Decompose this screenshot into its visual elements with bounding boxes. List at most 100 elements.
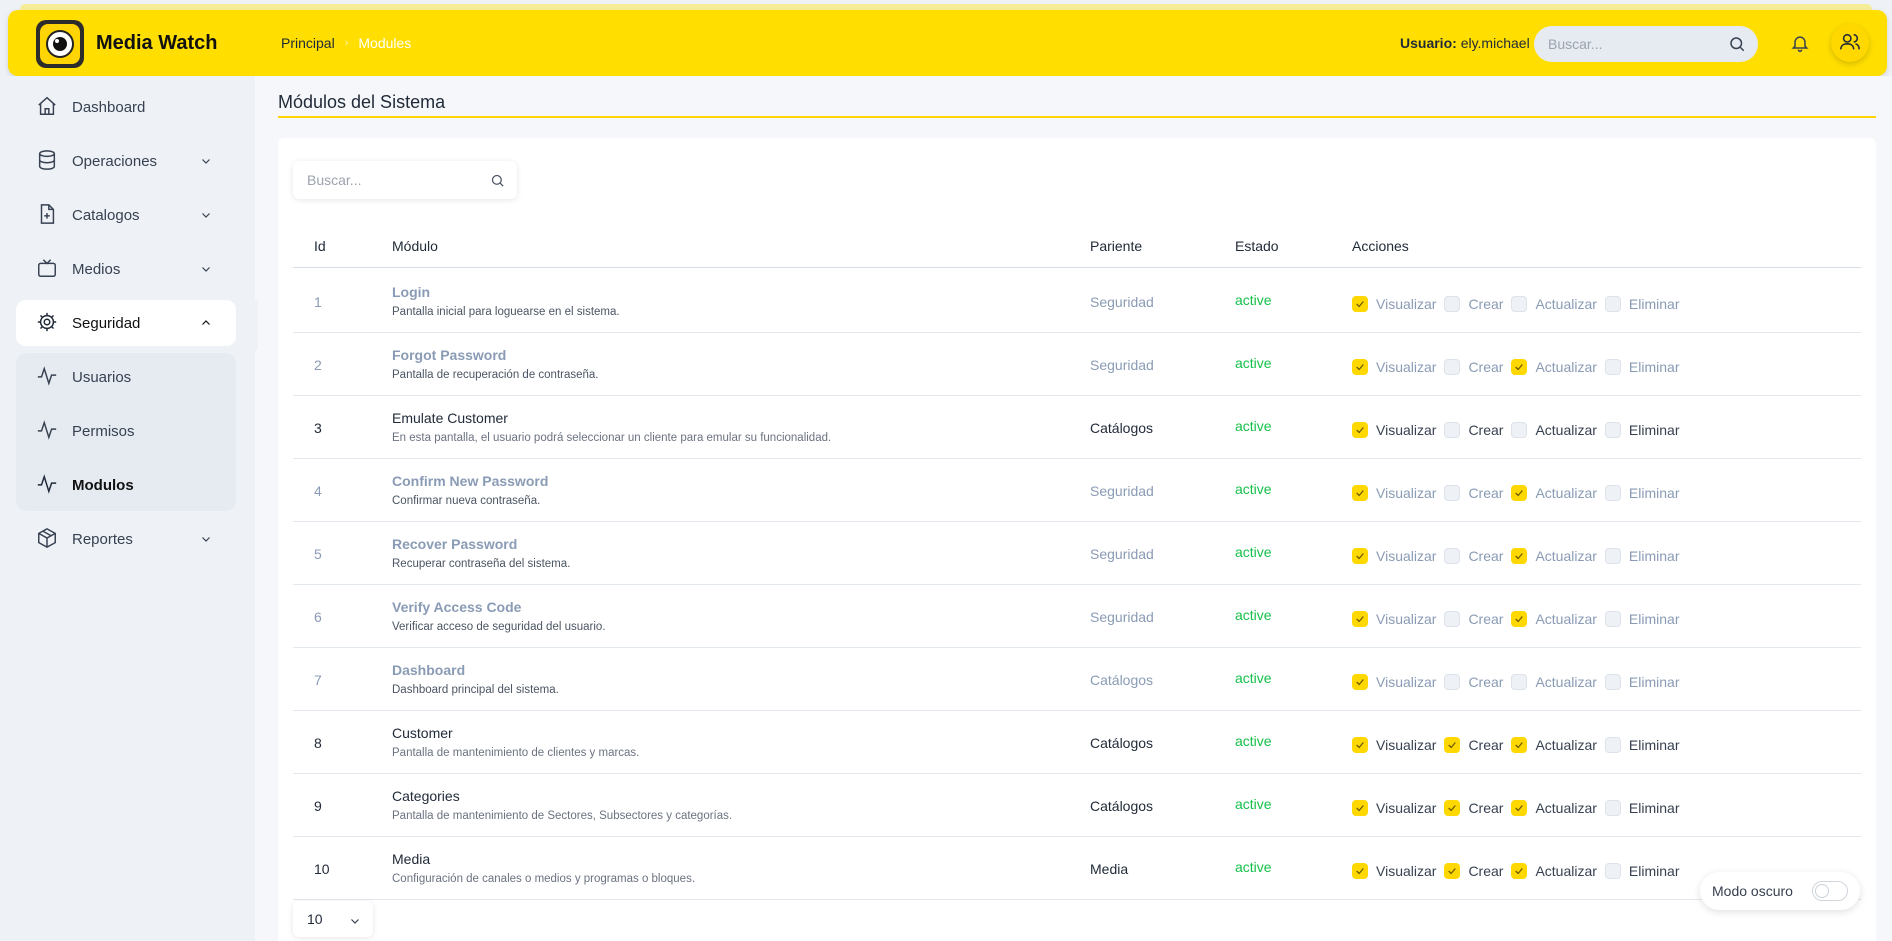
dark-mode-toggle[interactable]: Modo oscuro [1700,872,1860,910]
perm-crear[interactable]: Crear [1444,674,1503,690]
sidebar-item-medios[interactable]: Medios [16,246,236,292]
perm-crear[interactable]: Crear [1444,548,1503,564]
perm-eliminar[interactable]: Eliminar [1604,296,1680,312]
perm-actualizar[interactable]: Actualizar [1511,800,1597,816]
breadcrumb-principal[interactable]: Principal [281,35,335,51]
users-button[interactable] [1831,24,1869,62]
header-search-input[interactable] [1548,36,1718,52]
perm-visualizar[interactable]: Visualizar [1352,422,1436,438]
checkbox-checked[interactable] [1511,737,1528,753]
checkbox-unchecked[interactable] [1604,548,1621,564]
checkbox-unchecked[interactable] [1444,674,1461,690]
checkbox-checked[interactable] [1352,737,1368,753]
checkbox-checked[interactable] [1511,548,1528,564]
perm-visualizar[interactable]: Visualizar [1352,548,1436,564]
checkbox-unchecked[interactable] [1604,737,1621,753]
table-row[interactable]: 5 Recover Password Recuperar contraseña de… [293,522,1861,585]
checkbox-checked[interactable] [1352,548,1368,564]
cell-module-name[interactable]: Verify Access Code [392,599,521,615]
checkbox-checked[interactable] [1444,863,1461,879]
cell-module-name[interactable]: Recover Password [392,536,517,552]
checkbox-unchecked[interactable] [1444,548,1461,564]
checkbox-checked[interactable] [1511,863,1528,879]
perm-eliminar[interactable]: Eliminar [1604,611,1680,627]
checkbox-checked[interactable] [1352,863,1368,879]
search-icon[interactable] [1728,35,1746,56]
dark-mode-switch[interactable] [1812,881,1848,901]
perm-crear[interactable]: Crear [1444,359,1503,375]
column-header-id[interactable]: Id [314,238,326,254]
perm-actualizar[interactable]: Actualizar [1511,485,1597,501]
sidebar-item-operaciones[interactable]: Operaciones [16,138,236,184]
page-size-select[interactable]: 10 [293,901,373,937]
checkbox-checked[interactable] [1352,359,1368,375]
bell-icon[interactable] [1790,32,1810,57]
perm-eliminar[interactable]: Eliminar [1604,548,1680,564]
perm-actualizar[interactable]: Actualizar [1511,548,1597,564]
checkbox-checked[interactable] [1444,737,1461,753]
perm-actualizar[interactable]: Actualizar [1511,359,1597,375]
perm-visualizar[interactable]: Visualizar [1352,296,1436,312]
cell-module-name[interactable]: Login [392,284,430,300]
checkbox-unchecked[interactable] [1511,674,1528,690]
perm-eliminar[interactable]: Eliminar [1604,422,1680,438]
checkbox-checked[interactable] [1352,674,1368,690]
sidebar-item-catalogos[interactable]: Catalogos [16,192,236,238]
checkbox-unchecked[interactable] [1604,800,1621,816]
checkbox-unchecked[interactable] [1604,611,1621,627]
perm-crear[interactable]: Crear [1444,863,1503,879]
perm-actualizar[interactable]: Actualizar [1511,674,1597,690]
perm-crear[interactable]: Crear [1444,611,1503,627]
perm-eliminar[interactable]: Eliminar [1604,674,1680,690]
perm-visualizar[interactable]: Visualizar [1352,674,1436,690]
checkbox-checked[interactable] [1511,611,1528,627]
column-header-modulo[interactable]: Módulo [392,238,438,254]
perm-visualizar[interactable]: Visualizar [1352,863,1436,879]
perm-crear[interactable]: Crear [1444,485,1503,501]
app-logo[interactable] [36,20,84,68]
checkbox-unchecked[interactable] [1444,359,1461,375]
checkbox-checked[interactable] [1352,800,1368,816]
cell-module-name[interactable]: Emulate Customer [392,410,508,426]
perm-visualizar[interactable]: Visualizar [1352,611,1436,627]
checkbox-unchecked[interactable] [1511,422,1528,438]
checkbox-unchecked[interactable] [1604,296,1621,312]
cell-module-name[interactable]: Confirm New Password [392,473,548,489]
checkbox-unchecked[interactable] [1604,863,1621,879]
table-row[interactable]: 9 Categories Pantalla de mantenimiento de … [293,774,1861,837]
table-row[interactable]: 8 Customer Pantalla de mantenimiento de cl… [293,711,1861,774]
sidebar-item-dashboard[interactable]: Dashboard [16,84,236,130]
perm-actualizar[interactable]: Actualizar [1511,611,1597,627]
sidebar-item-reportes[interactable]: Reportes [16,516,236,562]
checkbox-checked[interactable] [1511,800,1528,816]
table-row[interactable]: 2 Forgot Password Pantalla de recuperación… [293,333,1861,396]
perm-crear[interactable]: Crear [1444,737,1503,753]
table-row[interactable]: 10 Media Configuración de canales o medios… [293,837,1861,900]
checkbox-checked[interactable] [1352,422,1368,438]
column-header-pariente[interactable]: Pariente [1090,238,1142,254]
table-search-input[interactable] [307,172,477,188]
checkbox-checked[interactable] [1444,800,1461,816]
checkbox-checked[interactable] [1511,485,1528,501]
table-row[interactable]: 3 Emulate Customer En esta pantalla, el us… [293,396,1861,459]
perm-crear[interactable]: Crear [1444,422,1503,438]
cell-module-name[interactable]: Media [392,851,430,867]
checkbox-unchecked[interactable] [1444,485,1461,501]
cell-module-name[interactable]: Customer [392,725,453,741]
perm-eliminar[interactable]: Eliminar [1604,863,1680,879]
perm-eliminar[interactable]: Eliminar [1604,359,1680,375]
column-header-estado[interactable]: Estado [1235,238,1279,254]
perm-visualizar[interactable]: Visualizar [1352,485,1436,501]
search-icon[interactable] [490,173,505,191]
sidebar-item-seguridad[interactable]: Seguridad [16,300,236,346]
table-row[interactable]: 1 Login Pantalla inicial para loguearse en… [293,270,1861,333]
checkbox-unchecked[interactable] [1604,359,1621,375]
checkbox-checked[interactable] [1352,296,1368,312]
sidebar-item-modulos[interactable]: Modulos [16,462,236,508]
checkbox-checked[interactable] [1352,611,1368,627]
checkbox-unchecked[interactable] [1444,611,1461,627]
perm-visualizar[interactable]: Visualizar [1352,737,1436,753]
cell-module-name[interactable]: Forgot Password [392,347,506,363]
checkbox-unchecked[interactable] [1604,422,1621,438]
perm-visualizar[interactable]: Visualizar [1352,359,1436,375]
